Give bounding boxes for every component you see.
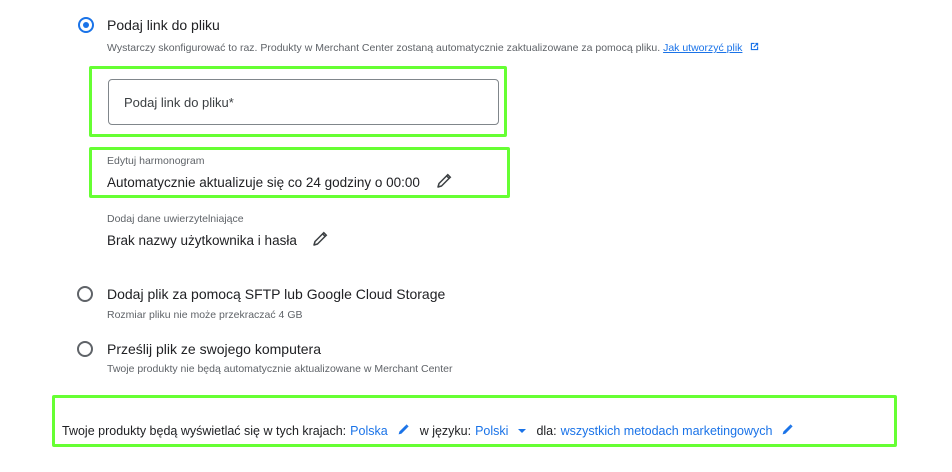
countries-prefix: Twoje produkty będą wyświetlać się w tyc… [62,424,347,438]
option-file-link-title: Podaj link do pliku [107,17,220,33]
schedule-row: Automatycznie aktualizuje się co 24 godz… [107,173,452,192]
option-upload-title: Prześlij plik ze swojego komputera [107,341,321,357]
credentials-row: Brak nazwy użytkownika i hasła [107,231,328,250]
file-url-input[interactable] [109,80,498,124]
option-upload-desc: Twoje produkty nie będą automatycznie ak… [107,363,453,375]
radio-sftp[interactable] [77,286,93,302]
option-sftp-desc: Rozmiar pliku nie może przekraczać 4 GB [107,309,303,321]
file-url-field[interactable] [108,79,499,125]
schedule-value: Automatycznie aktualizuje się co 24 godz… [107,175,420,190]
edit-country-pencil-icon[interactable] [397,423,410,439]
language-prefix: w języku: [419,424,472,438]
option-file-link-desc: Wystarczy skonfigurować to raz. Produkty… [107,41,760,55]
language-select[interactable]: Polski [475,424,508,438]
radio-file-link[interactable] [78,17,94,33]
highlight-targeting [52,395,897,447]
radio-upload[interactable] [77,341,93,357]
edit-schedule-pencil-icon[interactable] [436,173,452,192]
schedule-label: Edytuj harmonogram [107,155,205,167]
country-link[interactable]: Polska [350,424,388,438]
external-link-icon [749,41,760,55]
destination-link[interactable]: wszystkich metodach marketingowych [561,424,773,438]
edit-credentials-pencil-icon[interactable] [312,231,328,250]
targeting-line: Twoje produkty będą wyświetlać się w tyc… [62,423,794,439]
credentials-label: Dodaj dane uwierzytelniające [107,213,244,225]
how-to-create-file-link[interactable]: Jak utworzyć plik [663,42,742,54]
credentials-value: Brak nazwy użytkownika i hasła [107,233,297,248]
option-sftp-title: Dodaj plik za pomocą SFTP lub Google Clo… [107,286,446,302]
edit-destination-pencil-icon[interactable] [781,423,794,439]
option-file-link-desc-text: Wystarczy skonfigurować to raz. Produkty… [107,41,661,54]
destination-prefix: dla: [536,424,557,438]
language-dropdown-arrow-icon[interactable] [518,429,527,433]
